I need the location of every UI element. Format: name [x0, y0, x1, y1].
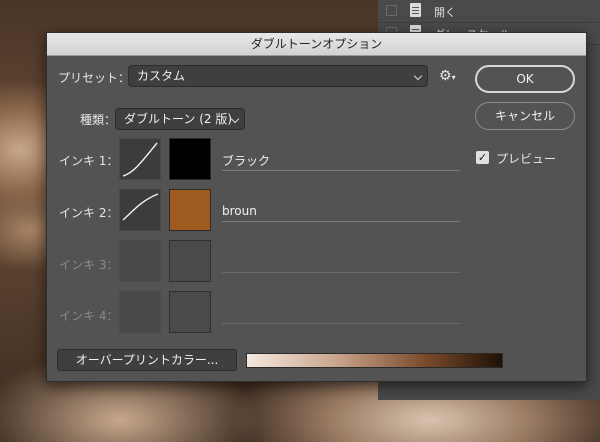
chevron-down-icon — [413, 71, 423, 81]
tone-gradient-bar — [246, 353, 503, 368]
type-value: ダブルトーン (2 版) — [124, 112, 233, 126]
ink-1-name[interactable]: ブラック — [222, 152, 270, 169]
panel-row-open[interactable]: 開く — [378, 0, 600, 23]
ink-4-curve — [119, 291, 161, 333]
ink-2-underline — [222, 221, 460, 222]
ink-3-underline — [222, 272, 460, 273]
curve-icon — [122, 193, 159, 221]
gear-icon[interactable]: ⚙▾ — [439, 69, 456, 85]
ink-1-swatch[interactable] — [169, 138, 211, 180]
ink-4-label: インキ 4： — [59, 309, 119, 323]
ink-4-underline — [222, 323, 460, 324]
ink-2-name[interactable]: broun — [222, 204, 257, 218]
ink-3-swatch — [169, 240, 211, 282]
document-icon — [410, 3, 421, 17]
preview-checkbox[interactable]: ✓ — [476, 151, 489, 164]
ink-4-swatch — [169, 291, 211, 333]
ok-button[interactable]: OK — [475, 65, 575, 93]
ink-1-curve[interactable] — [119, 138, 161, 180]
ink-1-label: インキ 1： — [59, 154, 119, 168]
curve-icon — [122, 142, 158, 177]
ink-2-label: インキ 2： — [59, 206, 119, 220]
ink-1-underline — [222, 170, 460, 171]
ink-3-label: インキ 3： — [59, 258, 119, 272]
overprint-colors-button[interactable]: オーバープリントカラー... — [57, 349, 237, 371]
ink-2-curve[interactable] — [119, 189, 161, 231]
type-select[interactable]: ダブルトーン (2 版) — [115, 108, 245, 130]
cancel-button[interactable]: キャンセル — [475, 102, 575, 130]
type-label: 種類： — [80, 113, 117, 127]
panel-row-label: 開く — [434, 6, 456, 19]
panel-row-checkbox[interactable] — [386, 5, 397, 16]
dialog-title: ダブルトーンオプション — [47, 33, 586, 56]
duotone-options-dialog: ダブルトーンオプション プリセット： カスタム ⚙▾ 種類： ダブルトーン (2… — [46, 32, 587, 382]
ink-3-curve — [119, 240, 161, 282]
preset-label: プリセット： — [58, 71, 131, 85]
ink-2-swatch[interactable] — [169, 189, 211, 231]
preset-select[interactable]: カスタム — [128, 65, 428, 87]
preset-value: カスタム — [137, 69, 186, 83]
preview-label: プレビュー — [496, 152, 557, 166]
